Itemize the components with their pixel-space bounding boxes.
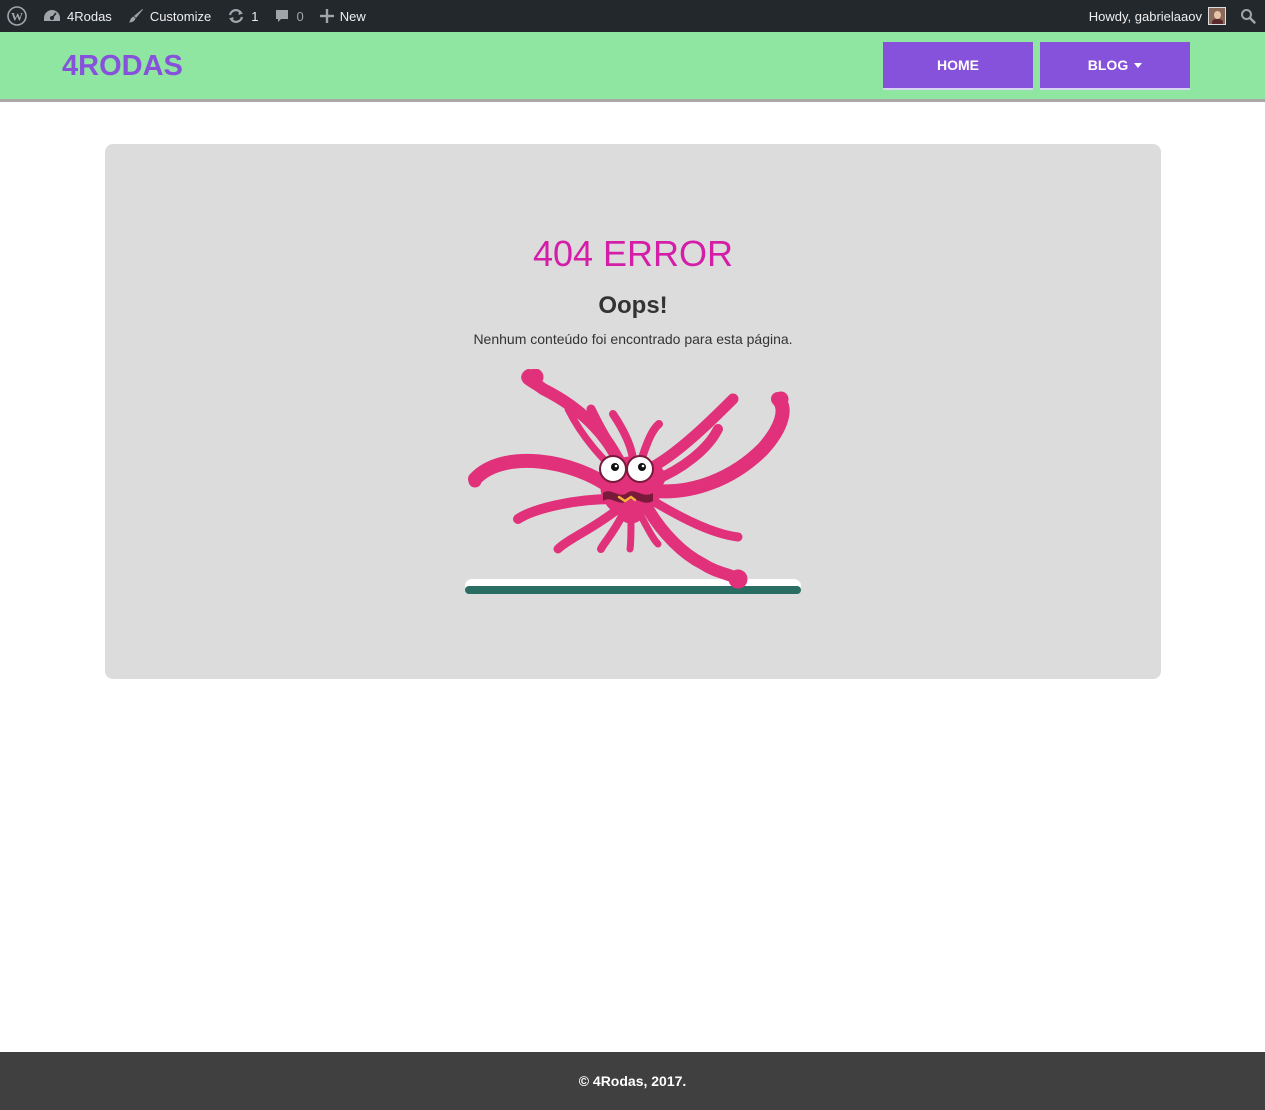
- nav-item-blog[interactable]: BLOG: [1040, 42, 1190, 90]
- updates-icon: [227, 8, 245, 24]
- comments-link[interactable]: 0: [266, 0, 311, 32]
- wordpress-icon: W: [7, 6, 27, 26]
- search-icon: [1241, 9, 1256, 24]
- error-panel: 404 ERROR Oops! Nenhum conteúdo foi enco…: [105, 144, 1161, 679]
- error-title: 404 ERROR: [532, 233, 734, 274]
- nav-item-blog-label: BLOG: [1087, 57, 1129, 73]
- splat-monster-illustration: [465, 369, 801, 594]
- admin-bar: W 4Rodas Customize 1 0 New Howdy, gabrie…: [0, 0, 1265, 32]
- dashboard-icon: [43, 8, 61, 24]
- nav-item-home-label: HOME: [937, 57, 979, 73]
- footer-copyright: © 4Rodas, 2017.: [578, 1073, 687, 1089]
- site-name-link[interactable]: 4Rodas: [35, 0, 120, 32]
- nav-item-home[interactable]: HOME: [883, 42, 1033, 90]
- main-nav: HOME BLOG: [876, 42, 1190, 90]
- comments-count: 0: [296, 8, 304, 24]
- customize-label: Customize: [149, 8, 212, 24]
- site-logo[interactable]: 4RODAS: [62, 50, 183, 83]
- avatar: [1208, 7, 1226, 25]
- new-label: New: [339, 8, 366, 24]
- comment-icon: [274, 8, 290, 24]
- updates-link[interactable]: 1: [219, 0, 266, 32]
- caret-down-icon: [1134, 63, 1143, 68]
- new-content-link[interactable]: New: [312, 0, 374, 32]
- my-account-link[interactable]: Howdy, gabrielaaov: [1081, 0, 1232, 32]
- brush-icon: [128, 8, 144, 24]
- error-message: Nenhum conteúdo foi encontrado para esta…: [473, 331, 793, 347]
- error-subtitle: Oops!: [598, 292, 668, 319]
- site-footer: © 4Rodas, 2017.: [0, 1052, 1265, 1110]
- admin-search-button[interactable]: [1232, 0, 1265, 32]
- wordpress-logo-button[interactable]: W: [0, 0, 35, 32]
- plus-icon: [319, 9, 334, 23]
- customize-link[interactable]: Customize: [120, 0, 219, 32]
- site-header: 4RODAS HOME BLOG: [0, 32, 1265, 102]
- howdy-label: Howdy, gabrielaaov: [1088, 8, 1202, 24]
- site-name-label: 4Rodas: [67, 8, 112, 24]
- updates-count: 1: [251, 8, 259, 24]
- svg-text:W: W: [11, 10, 23, 24]
